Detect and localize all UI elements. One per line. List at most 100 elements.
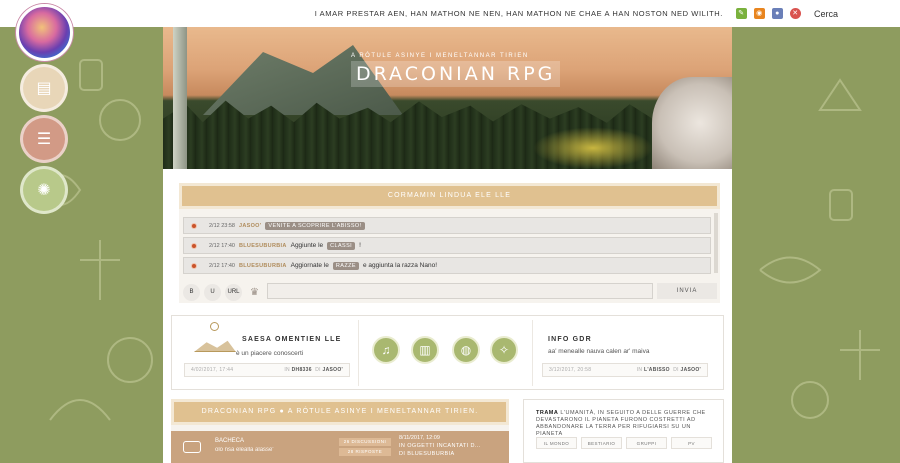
site-title[interactable]: DRACONIAN RPG (351, 61, 561, 87)
edit-icon[interactable]: ✎ (735, 8, 747, 19)
chat-scrollbar[interactable] (714, 213, 718, 273)
chat-tag[interactable]: RAZZE (332, 261, 359, 270)
post-user[interactable]: JASOO' (681, 367, 702, 373)
tab-world[interactable]: IL MONDO (536, 437, 577, 449)
post-forum-label: IN (636, 367, 643, 373)
tab-bestiary[interactable]: BESTIARIO (581, 437, 622, 449)
welcome-title: SAESA OMENTIEN LLE (242, 336, 342, 343)
music-button[interactable]: ♫ (372, 336, 400, 364)
send-button[interactable]: INVIA (657, 283, 717, 299)
chat-text: ! (359, 242, 361, 249)
last-post-in-label: IN (399, 443, 406, 449)
main-content: A RÓTULE ASINYE I MENELTANNAR TIRIEN DRA… (163, 27, 732, 463)
last-post-user[interactable]: BLUESUBURBIA (407, 451, 454, 457)
forum-desc: olo nsa elealla alasse' (215, 447, 274, 453)
bold-button[interactable]: B (183, 283, 200, 301)
post-user[interactable]: JASOO' (323, 367, 344, 373)
book-button[interactable]: ▥ (411, 336, 439, 364)
url-button[interactable]: URL (225, 283, 242, 301)
hand-icon (759, 256, 822, 284)
chat-text: Aggiornate le (290, 262, 329, 269)
gear-icon: ✺ (37, 182, 51, 199)
moon-icon (791, 381, 829, 419)
sun-icon (210, 322, 219, 331)
post-user-label: DI (315, 367, 321, 373)
avatar[interactable] (16, 4, 73, 61)
globe-button[interactable]: ◍ (452, 336, 480, 364)
chat-tag[interactable]: CLASSI (327, 241, 356, 250)
post-forum[interactable]: L'ABISSO (644, 367, 670, 373)
chat-message: 2/12 17:40 BLUESUBURBIA Aggiunte le CLAS… (183, 237, 711, 254)
info-gdr-footer: 3/12/2017, 20:58 IN L'ABISSO DI JASOO' (542, 363, 708, 377)
chat-message: 2/12 23:58 JASOO' VENITE A SCOPRIRE L'AB… (183, 217, 711, 234)
post-forum-label: IN (284, 367, 290, 373)
close-icon[interactable]: ✕ (789, 8, 801, 19)
stack-icon: ☰ (36, 131, 52, 148)
branch-icon (80, 240, 120, 300)
trama-label: TRAMA (536, 410, 559, 416)
search-link[interactable]: Cerca (814, 9, 838, 19)
tab-pv[interactable]: PV (671, 437, 712, 449)
jar-icon (79, 59, 103, 91)
underline-button[interactable]: U (204, 283, 221, 301)
info-gdr-title: INFO GDR (548, 336, 592, 343)
tab-groups[interactable]: GRUPPI (626, 437, 667, 449)
post-date: 4/02/2017, 17:44 (191, 367, 234, 373)
bottom-row: DRACONIAN RPG ● A RÓTULE ASINYE I MENELT… (171, 399, 724, 463)
last-post-topic[interactable]: OGGETTI INCANTATI D... (407, 443, 480, 449)
dragon-button[interactable]: ✧ (490, 336, 518, 364)
rss-icon[interactable]: ◉ (753, 8, 765, 19)
chat-user[interactable]: BLUESUBURBIA (239, 243, 287, 249)
forum-category: DRACONIAN RPG ● A RÓTULE ASINYE I MENELT… (171, 399, 509, 463)
forum-row[interactable]: BACHECA olo nsa elealla alasse' 26 DISCU… (171, 431, 509, 463)
trama-text: TRAMA L'UMANITÀ, IN SEGUITO A DELLE GUER… (536, 410, 716, 438)
chatbox: CORMAMIN LINDUA ELE LLE 2/12 23:58 JASOO… (179, 183, 720, 303)
skull-icon (107, 337, 153, 383)
emoji-icon[interactable]: ♛ (246, 284, 263, 301)
divider (358, 320, 359, 386)
profile-button[interactable]: ▤ (20, 64, 68, 112)
elvish-quote: I AMAR PRESTAR AEN, HAN MATHON NE NEN, H… (314, 9, 723, 18)
last-post-by-label: DI (399, 451, 406, 457)
elf-portrait-art (652, 77, 732, 169)
messages-button[interactable]: ☰ (20, 115, 68, 163)
category-header[interactable]: DRACONIAN RPG ● A RÓTULE ASINYE I MENELT… (171, 399, 509, 425)
chat-tag[interactable]: VENITE A SCOPRIRE L'ABISSO! (265, 221, 365, 230)
chat-message: 2/12 17:40 BLUESUBURBIA Aggiornate le RA… (183, 257, 711, 274)
trama-tabs: IL MONDO BESTIARIO GRUPPI PV (536, 437, 712, 449)
dragon-icon: ✧ (498, 343, 510, 357)
user-icon[interactable]: ● (771, 8, 783, 19)
chat-user[interactable]: JASOO' (239, 223, 261, 229)
branch-icon (840, 330, 880, 380)
board-icon (183, 441, 201, 453)
settings-button[interactable]: ✺ (20, 166, 68, 214)
discussions-count: 26 DISCUSSIONI (339, 438, 391, 446)
delete-message-icon[interactable] (191, 222, 197, 229)
book-icon: ▥ (419, 343, 431, 357)
chat-input[interactable] (267, 283, 653, 299)
chat-text: e aggiunta la razza Nano! (362, 262, 438, 269)
header-banner: A RÓTULE ASINYE I MENELTANNAR TIRIEN DRA… (163, 27, 732, 169)
replies-count: 28 RISPOSTE (339, 448, 391, 456)
info-gdr-subtitle: aa' menealle nauva calen ar' maiva (548, 348, 650, 355)
welcome-box: SAESA OMENTIEN LLE è un piacere conoscer… (172, 316, 357, 389)
mountain-icon (194, 340, 236, 352)
delete-message-icon[interactable] (191, 242, 197, 249)
skull-icon (99, 99, 141, 141)
id-card-icon: ▤ (36, 80, 52, 97)
snake-icon (49, 399, 111, 421)
delete-message-icon[interactable] (191, 262, 197, 269)
music-icon: ♫ (381, 343, 391, 357)
post-date: 3/12/2017, 20:58 (549, 367, 592, 373)
post-forum[interactable]: DH8336 (292, 367, 312, 373)
welcome-subtitle: è un piacere conoscerti (236, 350, 304, 357)
banner-subtitle: A RÓTULE ASINYE I MENELTANNAR TIRIEN (351, 53, 529, 59)
last-post-date: 8/11/2017, 12:09 (399, 435, 440, 441)
chat-user[interactable]: BLUESUBURBIA (239, 263, 287, 269)
trama-body: L'UMANITÀ, IN SEGUITO A DELLE GUERRE CHE… (536, 410, 706, 437)
divider (532, 320, 533, 386)
welcome-footer: 4/02/2017, 17:44 IN DH8336 DI JASOO' (184, 363, 350, 377)
forum-name[interactable]: BACHECA (215, 438, 244, 444)
chat-time: 2/12 17:40 (209, 262, 235, 269)
chat-toolbar: B U URL ♛ (183, 283, 263, 301)
